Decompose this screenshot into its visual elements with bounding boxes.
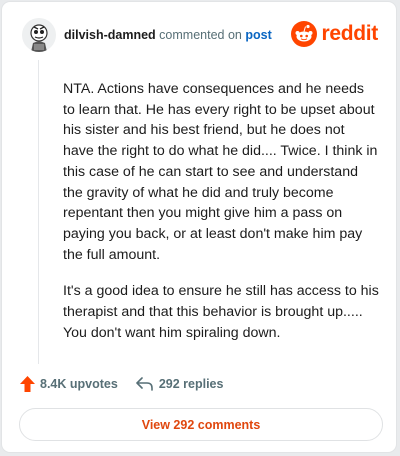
author-line: dilvish-damned commented on post (64, 28, 272, 42)
avatar[interactable] (22, 18, 56, 52)
comment-header: dilvish-damned commented on post reddit (22, 18, 380, 54)
comment-body: NTA. Actions have consequences and he ne… (63, 79, 379, 359)
action-text: commented on (159, 28, 242, 42)
thread-line (38, 60, 39, 364)
reply-count: 292 replies (158, 377, 224, 391)
reply-arrow-icon[interactable] (136, 377, 153, 391)
reddit-logo-icon (291, 21, 318, 47)
author-name[interactable]: dilvish-damned (64, 28, 156, 42)
comment-footer: 8.4K upvotes 292 replies (20, 374, 223, 394)
comment-paragraph: It's a good idea to ensure he still has … (63, 283, 379, 341)
upvote-count: 8.4K upvotes (40, 377, 118, 391)
brand-wordmark: reddit (321, 22, 378, 45)
upvote-arrow-icon[interactable] (20, 376, 35, 392)
comment-paragraph: NTA. Actions have consequences and he ne… (63, 81, 378, 263)
comment-card: dilvish-damned commented on post reddit … (1, 1, 397, 453)
post-link[interactable]: post (245, 28, 271, 42)
reddit-brand[interactable]: reddit (291, 20, 378, 48)
view-comments-button[interactable]: View 292 comments (19, 408, 383, 441)
avatar-image-icon (22, 18, 56, 52)
